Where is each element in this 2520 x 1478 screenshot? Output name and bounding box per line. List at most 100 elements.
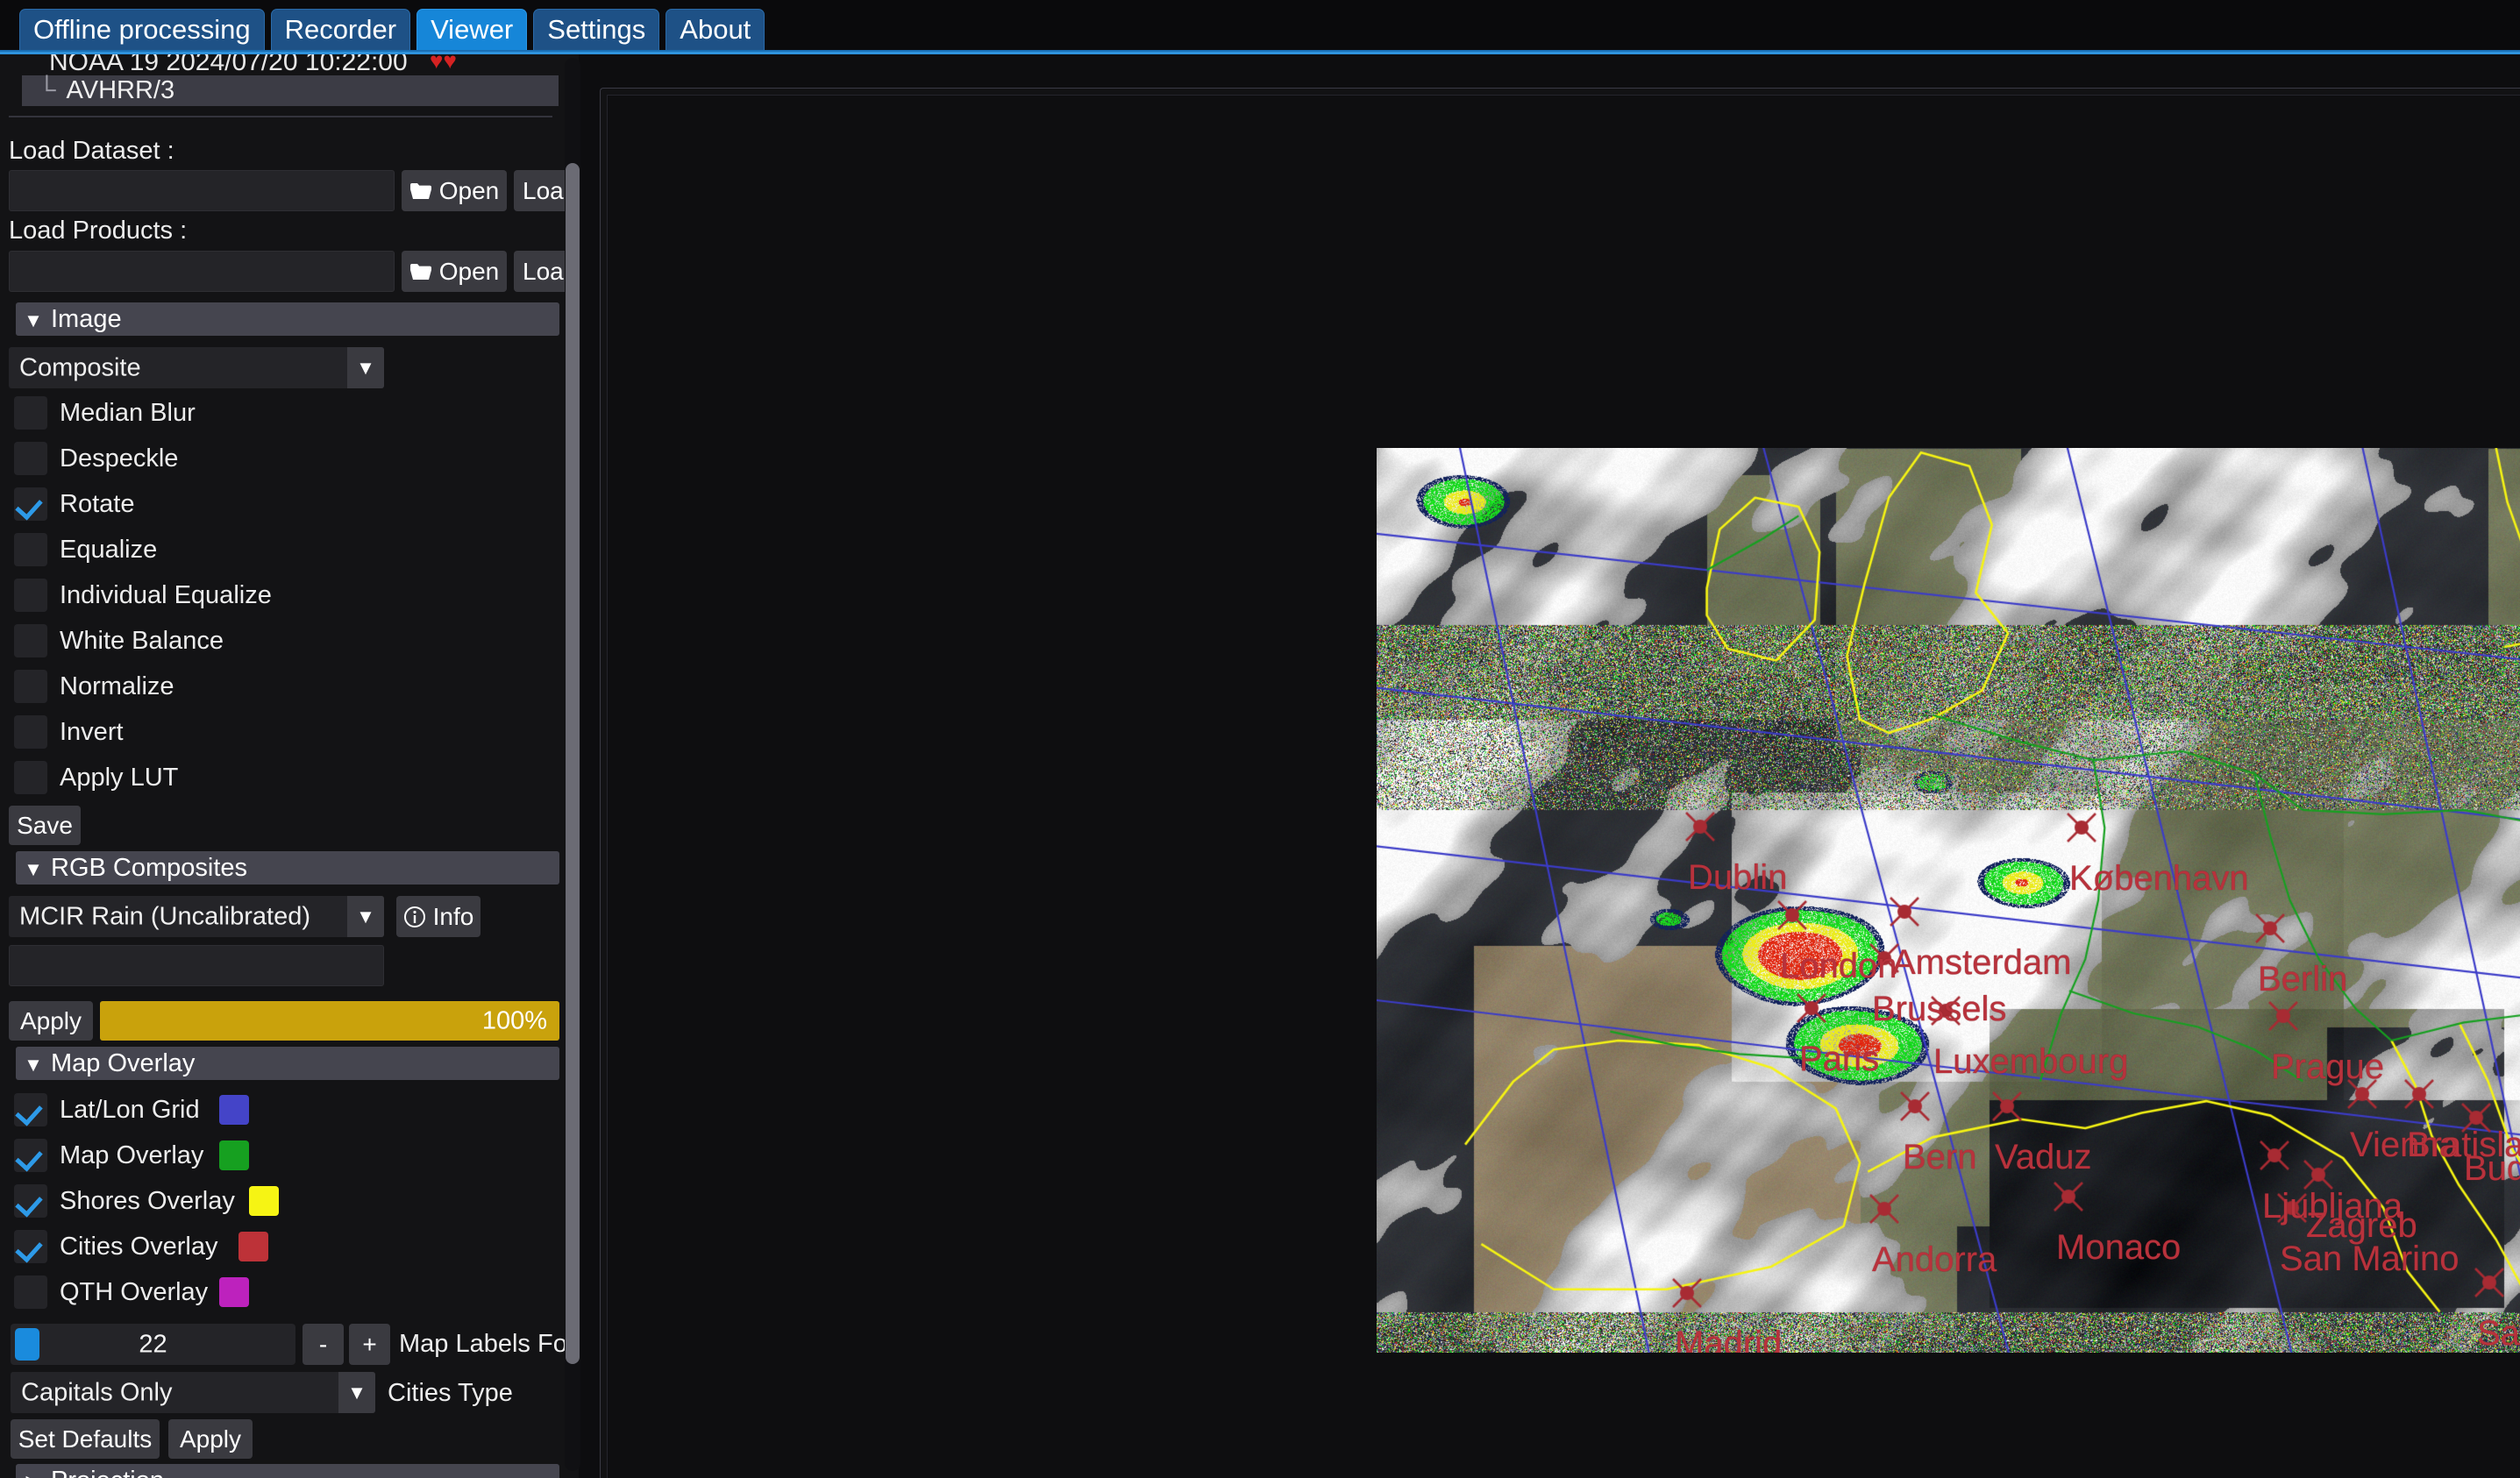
- load-dataset-input[interactable]: [9, 170, 395, 211]
- tab-recorder[interactable]: Recorder: [270, 9, 411, 51]
- shores-overlay-color-swatch[interactable]: [249, 1186, 279, 1216]
- despeckle-checkbox[interactable]: [14, 442, 47, 475]
- tab-offline-processing[interactable]: Offline processing: [19, 9, 265, 51]
- white-balance-checkbox[interactable]: [14, 624, 47, 657]
- chevron-down-icon: ▼: [347, 347, 384, 388]
- individual-equalize-label: Individual Equalize: [60, 581, 272, 609]
- cities-type-label: Cities Type: [388, 1379, 513, 1407]
- cities-overlay-checkbox[interactable]: [14, 1230, 47, 1263]
- rgb-progress-value: 100%: [481, 1006, 547, 1034]
- latlon-grid-checkbox[interactable]: [14, 1093, 47, 1126]
- invert-checkbox[interactable]: [14, 715, 47, 749]
- dataset-tree-item-avhrr[interactable]: └ AVHRR/3: [22, 75, 559, 106]
- main-tab-bar: Offline processing Recorder Viewer Setti…: [0, 0, 2520, 54]
- apply-lut-checkbox[interactable]: [14, 761, 47, 794]
- rgb-composite-select[interactable]: MCIR Rain (Uncalibrated) ▼: [9, 896, 384, 937]
- map-overlay-label: Map Overlay: [60, 1141, 204, 1169]
- checkbox-row-individual-equalize[interactable]: Individual Equalize: [14, 579, 540, 612]
- satellite-image[interactable]: Dublin London Amsterdam København Berlin Brus…: [1377, 448, 2520, 1353]
- qth-overlay-color-swatch[interactable]: [219, 1277, 249, 1307]
- favourite-icon[interactable]: ♥♥: [430, 54, 457, 75]
- section-header-map-label: Map Overlay: [51, 1049, 196, 1077]
- shores-overlay-checkbox[interactable]: [14, 1184, 47, 1218]
- rgb-composite-value: MCIR Rain (Uncalibrated): [19, 902, 310, 930]
- latlon-grid-color-swatch[interactable]: [219, 1095, 249, 1125]
- checkbox-row-normalize[interactable]: Normalize: [14, 670, 540, 703]
- median-blur-checkbox[interactable]: [14, 396, 47, 430]
- checkbox-row-map-overlay[interactable]: Map Overlay: [14, 1139, 540, 1172]
- chevron-down-icon: ▼: [24, 858, 43, 880]
- checkbox-row-invert[interactable]: Invert: [14, 715, 540, 749]
- load-products-input[interactable]: [9, 251, 395, 292]
- sidebar-scrollbar[interactable]: [565, 58, 580, 1471]
- load-products-open-button[interactable]: Open: [402, 251, 507, 292]
- set-defaults-button[interactable]: Set Defaults: [11, 1419, 160, 1459]
- checkbox-row-white-balance[interactable]: White Balance: [14, 624, 540, 657]
- chevron-right-icon: ▶: [16, 1466, 51, 1478]
- rgb-composite-search-input[interactable]: [9, 945, 384, 986]
- save-button[interactable]: Save: [9, 806, 81, 845]
- info-circle-icon: [403, 906, 425, 927]
- checkbox-row-apply-lut[interactable]: Apply LUT: [14, 761, 540, 794]
- load-products-label: Load Products :: [9, 217, 188, 245]
- sidebar-scrollbar-thumb[interactable]: [566, 163, 580, 1364]
- load-dataset-open-button[interactable]: Open: [402, 170, 507, 211]
- chevron-down-icon: ▼: [24, 309, 43, 331]
- satellite-image-canvas[interactable]: [1377, 448, 2520, 1353]
- equalize-label: Equalize: [60, 536, 158, 564]
- map-overlay-checkbox[interactable]: [14, 1139, 47, 1172]
- save-button-label: Save: [17, 811, 73, 839]
- map-labels-font-decrement-button[interactable]: -: [303, 1324, 344, 1365]
- rgb-info-button[interactable]: Info: [396, 896, 481, 937]
- rgb-apply-button[interactable]: Apply: [9, 1001, 93, 1041]
- image-viewer-panel: Dublin London Amsterdam København Berlin Brus…: [600, 88, 2520, 1478]
- cities-type-select[interactable]: Capitals Only ▼: [11, 1372, 375, 1413]
- checkbox-row-latlon-grid[interactable]: Lat/Lon Grid: [14, 1093, 540, 1126]
- checkbox-row-median-blur[interactable]: Median Blur: [14, 396, 540, 430]
- image-channel-select[interactable]: Composite ▼: [9, 347, 384, 388]
- section-header-rgb-composites[interactable]: ▼ RGB Composites: [16, 851, 559, 885]
- section-header-image[interactable]: ▼ Image: [16, 302, 559, 336]
- map-apply-button[interactable]: Apply: [168, 1419, 253, 1459]
- tab-list: Offline processing Recorder Viewer Setti…: [19, 9, 765, 51]
- qth-overlay-checkbox[interactable]: [14, 1275, 47, 1309]
- tree-elbow-icon: └: [38, 76, 56, 104]
- section-header-projection[interactable]: ▶Projection: [16, 1464, 559, 1478]
- map-labels-font-increment-button[interactable]: +: [349, 1324, 390, 1365]
- checkbox-row-cities-overlay[interactable]: Cities Overlay: [14, 1230, 540, 1263]
- tab-about[interactable]: About: [666, 9, 765, 51]
- map-overlay-color-swatch[interactable]: [219, 1140, 249, 1170]
- map-labels-font-slider[interactable]: 22: [11, 1324, 295, 1365]
- folder-open-icon: [409, 263, 431, 280]
- viewer-sidebar: NOAA 19 2024/07/20 10:22:00 ♥♥ └ AVHRR/3 …: [0, 54, 579, 1478]
- cities-overlay-label: Cities Overlay: [60, 1233, 218, 1261]
- section-header-image-label: Image: [51, 305, 122, 333]
- image-viewer-canvas-area[interactable]: Dublin London Amsterdam København Berlin Brus…: [607, 95, 2520, 1478]
- tab-settings[interactable]: Settings: [533, 9, 660, 51]
- load-dataset-open-label: Open: [438, 176, 500, 204]
- instrument-name: AVHRR/3: [66, 76, 175, 104]
- minus-icon: -: [318, 1330, 328, 1358]
- checkbox-row-despeckle[interactable]: Despeckle: [14, 442, 540, 475]
- checkbox-row-equalize[interactable]: Equalize: [14, 533, 540, 566]
- equalize-checkbox[interactable]: [14, 533, 47, 566]
- apply-lut-label: Apply LUT: [60, 764, 179, 792]
- map-labels-font-value: 22: [139, 1330, 167, 1358]
- rotate-checkbox[interactable]: [14, 487, 47, 521]
- section-header-map-overlay[interactable]: ▼ Map Overlay: [16, 1047, 559, 1080]
- plus-icon: +: [362, 1330, 377, 1358]
- chevron-down-icon: ▼: [347, 896, 384, 937]
- normalize-label: Normalize: [60, 672, 174, 700]
- tab-viewer[interactable]: Viewer: [416, 9, 528, 51]
- cities-overlay-color-swatch[interactable]: [238, 1232, 268, 1261]
- load-dataset-label: Load Dataset :: [9, 137, 174, 165]
- chevron-down-icon: ▼: [24, 1054, 43, 1076]
- dataset-tree-satellite-row[interactable]: NOAA 19 2024/07/20 10:22:00 ♥♥: [0, 54, 561, 77]
- checkbox-row-qth-overlay[interactable]: QTH Overlay: [14, 1275, 540, 1309]
- normalize-checkbox[interactable]: [14, 670, 47, 703]
- checkbox-row-rotate[interactable]: Rotate: [14, 487, 540, 521]
- white-balance-label: White Balance: [60, 627, 224, 655]
- checkbox-row-shores-overlay[interactable]: Shores Overlay: [14, 1184, 540, 1218]
- rgb-apply-label: Apply: [19, 1006, 82, 1034]
- individual-equalize-checkbox[interactable]: [14, 579, 47, 612]
